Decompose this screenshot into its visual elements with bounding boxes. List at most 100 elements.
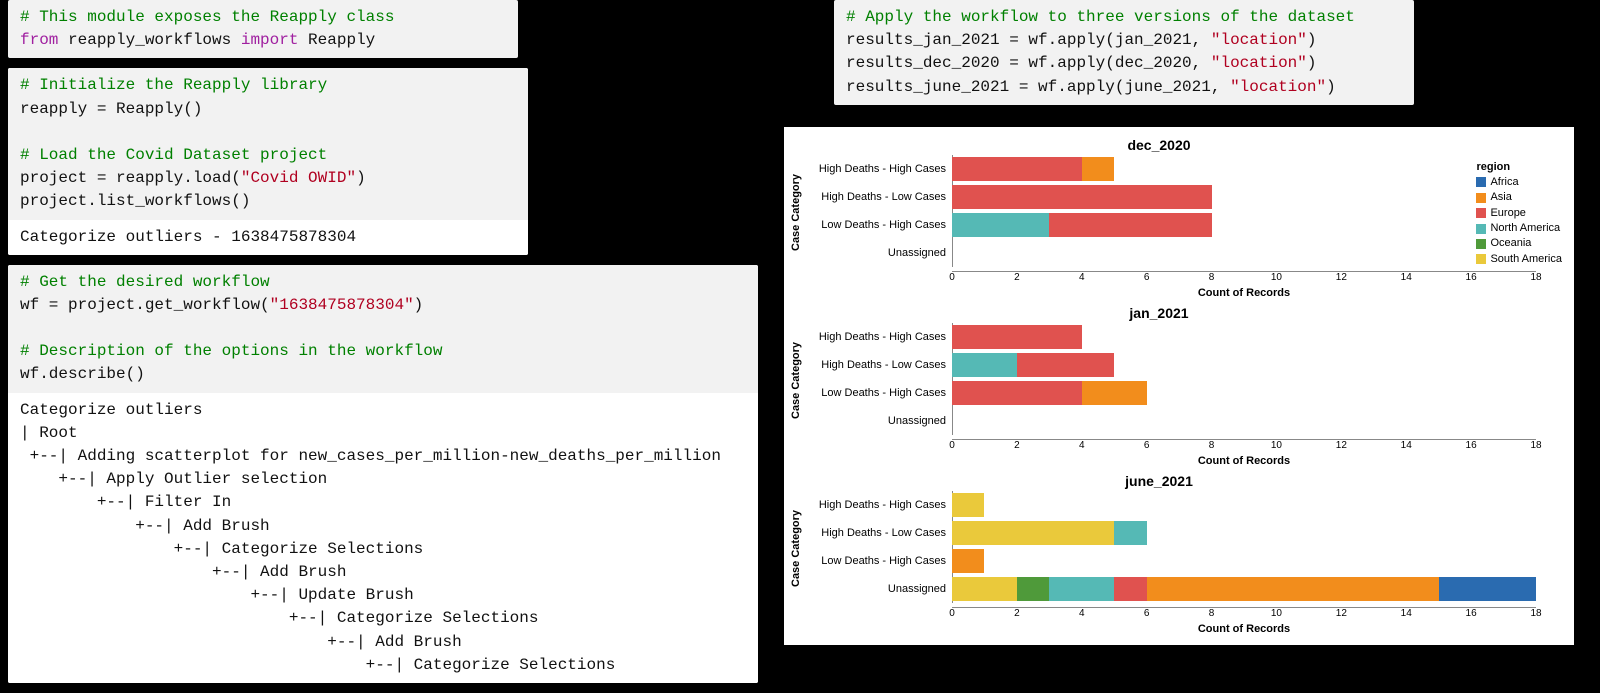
bar-row: High Deaths - Low Cases bbox=[952, 519, 1536, 547]
string-literal: "location" bbox=[1230, 78, 1326, 96]
legend-label: Asia bbox=[1490, 190, 1511, 205]
legend-item-africa: Africa bbox=[1476, 175, 1562, 190]
category-label: Low Deaths - High Cases bbox=[808, 387, 952, 399]
bar-segment-north-america bbox=[952, 213, 1049, 237]
x-axis: 024681012141618 bbox=[952, 607, 1536, 621]
bar-row: Low Deaths - High Cases bbox=[952, 547, 1536, 575]
x-tick: 10 bbox=[1271, 440, 1282, 451]
bar-row: High Deaths - High Cases bbox=[952, 155, 1536, 183]
code-output-3: Categorize outliers | Root +--| Adding s… bbox=[8, 393, 758, 683]
comment: # Get the desired workflow bbox=[20, 273, 270, 291]
code-line: ) bbox=[1326, 78, 1336, 96]
comment: # Load the Covid Dataset project bbox=[20, 146, 327, 164]
code-output-2: Categorize outliers - 1638475878304 bbox=[8, 220, 528, 255]
code-line: ) bbox=[1307, 54, 1317, 72]
category-label: Unassigned bbox=[808, 247, 952, 259]
x-tick: 8 bbox=[1209, 272, 1215, 283]
bar bbox=[952, 577, 1536, 601]
bar-segment-north-america bbox=[952, 353, 1017, 377]
x-axis-label: Count of Records bbox=[952, 287, 1536, 299]
code-line: project.list_workflows() bbox=[20, 192, 250, 210]
chart-june_2021: june_2021Case CategoryHigh Deaths - High… bbox=[792, 473, 1566, 633]
bar bbox=[952, 241, 1536, 265]
x-axis-label: Count of Records bbox=[952, 623, 1536, 635]
category-label: High Deaths - Low Cases bbox=[808, 527, 952, 539]
bar-segment-europe bbox=[952, 157, 1082, 181]
y-axis-label: Case Category bbox=[790, 157, 804, 267]
string-literal: "Covid OWID" bbox=[241, 169, 356, 187]
x-tick: 6 bbox=[1144, 440, 1150, 451]
code-cell-2: # Initialize the Reapply library reapply… bbox=[8, 68, 528, 254]
x-tick: 8 bbox=[1209, 608, 1215, 619]
code-line: ) bbox=[1307, 31, 1317, 49]
legend-swatch bbox=[1476, 224, 1486, 234]
x-tick: 6 bbox=[1144, 608, 1150, 619]
legend-swatch bbox=[1476, 193, 1486, 203]
x-tick: 2 bbox=[1014, 272, 1020, 283]
x-tick: 14 bbox=[1401, 272, 1412, 283]
code-line: results_jan_2021 = wf.apply(jan_2021, bbox=[846, 31, 1211, 49]
bar bbox=[952, 409, 1536, 433]
chart-title: jan_2021 bbox=[792, 305, 1526, 321]
bar-row: Unassigned bbox=[952, 407, 1536, 435]
x-tick: 0 bbox=[949, 272, 955, 283]
x-tick: 2 bbox=[1014, 608, 1020, 619]
bar-segment-north-america bbox=[1114, 521, 1146, 545]
legend-label: Europe bbox=[1490, 206, 1525, 221]
legend: regionAfricaAsiaEuropeNorth AmericaOcean… bbox=[1476, 161, 1562, 267]
chart-jan_2021: jan_2021Case CategoryHigh Deaths - High … bbox=[792, 305, 1566, 465]
comment: # Description of the options in the work… bbox=[20, 342, 442, 360]
legend-item-south-america: South America bbox=[1476, 252, 1562, 267]
chart-title: june_2021 bbox=[792, 473, 1526, 489]
x-tick: 4 bbox=[1079, 608, 1085, 619]
category-label: Low Deaths - High Cases bbox=[808, 555, 952, 567]
bar-row: High Deaths - High Cases bbox=[952, 323, 1536, 351]
x-tick: 10 bbox=[1271, 608, 1282, 619]
bar-segment-europe bbox=[1114, 577, 1146, 601]
category-label: High Deaths - Low Cases bbox=[808, 359, 952, 371]
category-label: Low Deaths - High Cases bbox=[808, 219, 952, 231]
x-tick: 18 bbox=[1530, 608, 1541, 619]
bar bbox=[952, 521, 1536, 545]
code-cell-1: # This module exposes the Reapply class … bbox=[8, 0, 518, 58]
comment: # Apply the workflow to three versions o… bbox=[846, 8, 1355, 26]
x-tick: 18 bbox=[1530, 440, 1541, 451]
legend-swatch bbox=[1476, 239, 1486, 249]
x-tick: 10 bbox=[1271, 272, 1282, 283]
chart-dec_2020: dec_2020 Case Category High Deaths - High … bbox=[792, 137, 1566, 297]
bar-segment-oceania bbox=[1017, 577, 1049, 601]
x-tick: 12 bbox=[1336, 440, 1347, 451]
x-tick: 16 bbox=[1466, 440, 1477, 451]
legend-label: North America bbox=[1490, 221, 1560, 236]
category-label: High Deaths - High Cases bbox=[808, 331, 952, 343]
code-input-1: # This module exposes the Reapply class … bbox=[8, 0, 518, 58]
x-tick: 16 bbox=[1466, 272, 1477, 283]
chart-title: dec_2020 bbox=[792, 137, 1526, 153]
bar-segment-north-america bbox=[1049, 577, 1114, 601]
code-input-3: # Get the desired workflow wf = project.… bbox=[8, 265, 758, 393]
plot-area: High Deaths - High CasesHigh Deaths - Lo… bbox=[952, 323, 1536, 435]
code-input-2: # Initialize the Reapply library reapply… bbox=[8, 68, 528, 219]
bar-segment-south-america bbox=[952, 493, 984, 517]
x-tick: 12 bbox=[1336, 608, 1347, 619]
code-line: ) bbox=[414, 296, 424, 314]
code-line: wf.describe() bbox=[20, 365, 145, 383]
legend-item-oceania: Oceania bbox=[1476, 236, 1562, 251]
category-label: High Deaths - High Cases bbox=[808, 499, 952, 511]
x-axis: 024681012141618 bbox=[952, 439, 1536, 453]
legend-label: South America bbox=[1490, 252, 1562, 267]
bar-segment-europe bbox=[952, 381, 1082, 405]
code-line: wf = project.get_workflow( bbox=[20, 296, 270, 314]
charts-container: dec_2020 Case Category High Deaths - High … bbox=[784, 127, 1574, 645]
code-line: ) bbox=[356, 169, 366, 187]
legend-label: Oceania bbox=[1490, 236, 1531, 251]
bar bbox=[952, 549, 1536, 573]
bar-row: High Deaths - Low Cases bbox=[952, 183, 1536, 211]
bar-segment-africa bbox=[1439, 577, 1536, 601]
x-tick: 12 bbox=[1336, 272, 1347, 283]
plot-area: High Deaths - High CasesHigh Deaths - Lo… bbox=[952, 155, 1536, 267]
x-tick: 8 bbox=[1209, 440, 1215, 451]
x-tick: 16 bbox=[1466, 608, 1477, 619]
bar-segment-asia bbox=[1147, 577, 1439, 601]
x-tick: 18 bbox=[1530, 272, 1541, 283]
